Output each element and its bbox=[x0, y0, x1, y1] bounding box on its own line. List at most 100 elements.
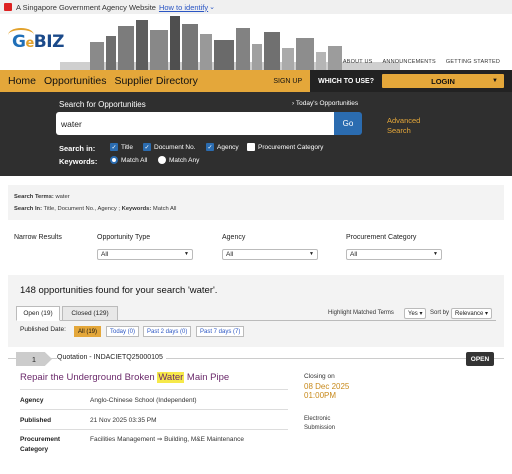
chevron-down-icon[interactable]: ⌄ bbox=[209, 3, 215, 11]
filter-opportunity-type-value: All bbox=[101, 251, 109, 258]
filter-procurement-category-value: All bbox=[350, 251, 358, 258]
agency-label: Agency bbox=[20, 397, 44, 404]
chip-today[interactable]: Today (0) bbox=[106, 326, 140, 337]
option-procurement-category-label: Procurement Category bbox=[258, 143, 324, 151]
search-terms-summary: Search Terms: water Search In: Title, Do… bbox=[8, 185, 504, 220]
option-document-no[interactable]: ✓ Document No. bbox=[143, 143, 196, 151]
login-button[interactable]: LOGIN ▼ bbox=[382, 74, 504, 88]
option-agency[interactable]: ✓ Agency bbox=[206, 143, 239, 151]
search-in-summary-label: Search In: bbox=[14, 206, 43, 212]
checkbox-checked-icon[interactable]: ✓ bbox=[206, 143, 214, 151]
terms-line-2: Search In: Title, Document No., Agency ;… bbox=[14, 203, 498, 215]
gov-bar-text: A Singapore Government Agency Website bbox=[16, 2, 156, 12]
advanced-search-line-2: Search bbox=[387, 126, 411, 135]
chip-all[interactable]: All (19) bbox=[74, 326, 102, 337]
quotation-number: Quotation - INDACIETQ25000105 bbox=[57, 354, 166, 361]
match-any-radio[interactable]: Match Any bbox=[158, 156, 199, 164]
title-pre: Repair the Underground Broken bbox=[20, 372, 158, 383]
filter-procurement-category-select[interactable]: All ▼ bbox=[346, 249, 442, 260]
highlight-value: Yes bbox=[408, 311, 418, 317]
filter-opportunity-type-label: Opportunity Type bbox=[97, 234, 151, 241]
category-value: Facilities Management ⇒ Building, M&E Ma… bbox=[90, 436, 244, 443]
highlight-select[interactable]: Yes ▾ bbox=[404, 308, 427, 319]
gov-bar: A Singapore Government Agency Website Ho… bbox=[0, 0, 512, 14]
sort-label: Sort by bbox=[430, 310, 450, 316]
nav-opportunities[interactable]: Opportunities bbox=[44, 75, 106, 87]
go-button[interactable]: Go bbox=[334, 112, 362, 135]
sort-select[interactable]: Relevance ▾ bbox=[451, 308, 493, 319]
closing-info: Closing on 08 Dec 2025 01:00PM bbox=[304, 373, 349, 400]
nav-right: SIGN UP WHICH TO USE? LOGIN ▼ bbox=[265, 70, 512, 92]
search-in-summary-value: Title, Document No., Agency ; bbox=[43, 206, 121, 212]
filter-agency-select[interactable]: All ▼ bbox=[222, 249, 318, 260]
closing-label: Closing on bbox=[304, 373, 335, 380]
nav-supplier-directory[interactable]: Supplier Directory bbox=[114, 75, 197, 87]
results-panel: 148 opportunities found for your search … bbox=[8, 275, 504, 474]
tab-open[interactable]: Open (19) bbox=[16, 306, 60, 321]
getting-started-link[interactable]: GETTING STARTED bbox=[446, 59, 500, 65]
search-title: Search for Opportunities bbox=[59, 100, 146, 109]
narrow-results-title: Narrow Results bbox=[14, 234, 62, 241]
title-match-highlight: Water bbox=[157, 372, 185, 383]
row-divider bbox=[20, 389, 288, 390]
status-badge: OPEN bbox=[466, 352, 494, 366]
lion-icon bbox=[4, 3, 12, 11]
logo-swoosh bbox=[8, 28, 34, 42]
submission-line-1: Electronic bbox=[304, 416, 331, 422]
option-title[interactable]: ✓ Title bbox=[110, 143, 133, 151]
which-to-use-link[interactable]: WHICH TO USE? bbox=[310, 70, 382, 92]
search-in-label: Search in: bbox=[59, 144, 96, 153]
todays-opportunities-link[interactable]: › Today's Opportunities bbox=[292, 100, 358, 107]
option-document-no-label: Document No. bbox=[154, 143, 196, 151]
caret-down-icon: ▼ bbox=[309, 251, 314, 257]
nav-home[interactable]: Home bbox=[8, 75, 36, 87]
option-agency-label: Agency bbox=[217, 143, 239, 151]
top-links: ABOUT US ANNOUNCEMENTS GETTING STARTED bbox=[343, 59, 500, 65]
match-all-label: Match All bbox=[121, 156, 148, 164]
row-divider bbox=[20, 429, 288, 430]
caret-down-icon: ▼ bbox=[492, 78, 498, 84]
checkbox-unchecked-icon[interactable] bbox=[247, 143, 255, 151]
radio-selected-icon[interactable] bbox=[110, 156, 118, 164]
match-any-label: Match Any bbox=[169, 156, 200, 164]
results-count: 148 opportunities found for your search … bbox=[20, 285, 218, 296]
narrow-results: Narrow Results Opportunity Type All ▼ Age… bbox=[8, 225, 504, 267]
chip-past-2-days[interactable]: Past 2 days (0) bbox=[143, 326, 192, 337]
closing-time: 01:00PM bbox=[304, 391, 337, 400]
result-index: 1 bbox=[16, 352, 52, 366]
keywords-summary-label: Keywords: bbox=[121, 206, 152, 212]
tab-closed[interactable]: Closed (129) bbox=[62, 306, 118, 321]
checkbox-checked-icon[interactable]: ✓ bbox=[110, 143, 118, 151]
how-to-identify-link[interactable]: How to identify bbox=[159, 3, 208, 12]
submission-line-2: Submission bbox=[304, 425, 336, 431]
option-procurement-category[interactable]: Procurement Category bbox=[247, 143, 323, 151]
about-us-link[interactable]: ABOUT US bbox=[343, 59, 373, 65]
filter-procurement-category-label: Procurement Category bbox=[346, 234, 417, 241]
category-label: Procurement Category bbox=[20, 436, 61, 453]
advanced-search-link[interactable]: Advanced Search bbox=[387, 116, 420, 136]
terms-label: Search Terms: bbox=[14, 194, 54, 200]
search-input[interactable]: water bbox=[56, 112, 334, 135]
result-card[interactable]: 1 Quotation - INDACIETQ25000105 OPEN Rep… bbox=[8, 347, 504, 474]
checkbox-checked-icon[interactable]: ✓ bbox=[143, 143, 151, 151]
match-all-radio[interactable]: Match All bbox=[110, 156, 147, 164]
caret-down-icon: ▼ bbox=[184, 251, 189, 257]
opportunity-title-link[interactable]: Repair the Underground Broken Water Main… bbox=[20, 372, 229, 383]
announcements-link[interactable]: ANNOUNCEMENTS bbox=[383, 59, 436, 65]
radio-unselected-icon[interactable] bbox=[158, 156, 166, 164]
filter-agency-label: Agency bbox=[222, 234, 246, 241]
filter-agency-value: All bbox=[226, 251, 234, 258]
highlight-label: Highlight Matched Terms bbox=[328, 310, 394, 316]
agency-value: Anglo-Chinese School (Independent) bbox=[90, 397, 197, 404]
caret-down-icon: ▼ bbox=[433, 251, 438, 257]
advanced-search-line-1: Advanced bbox=[387, 116, 421, 125]
gebiz-logo[interactable]: GeBIZ bbox=[8, 28, 64, 52]
signup-link[interactable]: SIGN UP bbox=[265, 70, 311, 92]
option-title-label: Title bbox=[121, 143, 134, 151]
row-divider bbox=[20, 409, 288, 410]
published-label: Published bbox=[20, 417, 52, 424]
published-date-label: Published Date: bbox=[20, 326, 66, 333]
site-header: GeBIZ ABOUT US ANNOUNCEMENTS GETTING STA… bbox=[0, 14, 512, 70]
chip-past-7-days[interactable]: Past 7 days (7) bbox=[196, 326, 245, 337]
filter-opportunity-type-select[interactable]: All ▼ bbox=[97, 249, 193, 260]
